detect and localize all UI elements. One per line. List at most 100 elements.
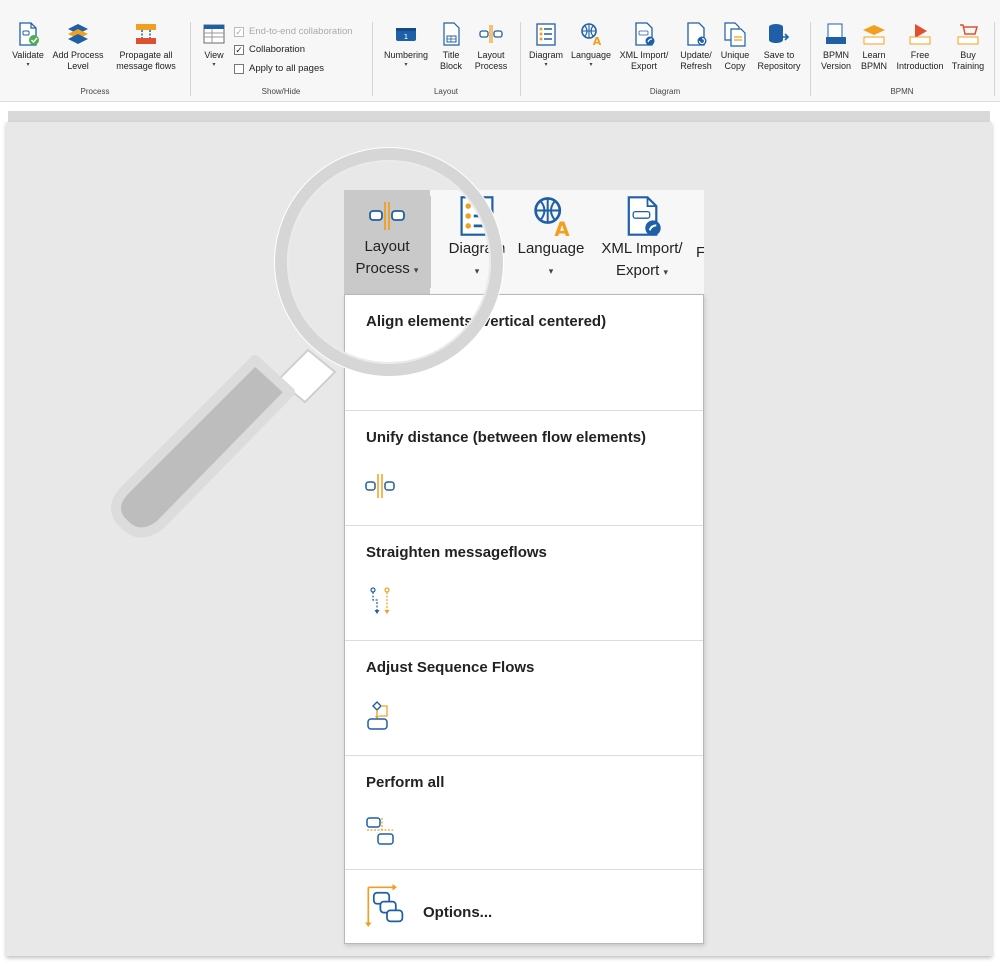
update-refresh-label-1: Update/ [680, 50, 712, 60]
checkbox-empty [234, 63, 244, 74]
menu-item-label: Perform all [366, 774, 445, 791]
buy-training-label-2: Training [951, 61, 985, 71]
validate-icon [19, 22, 39, 46]
diagram-zoom-label: Diagram [448, 240, 506, 257]
language-icon: A [534, 197, 570, 238]
chevron-down-icon: ▾ [474, 266, 480, 276]
diagram-button[interactable]: Diagram ▾ [524, 21, 568, 69]
diagram-button-zoomed[interactable]: Diagram ▾ [442, 190, 512, 282]
view-button[interactable]: View ▾ [200, 21, 228, 69]
free-intro-label-1: Free [910, 50, 930, 60]
graduation-cap-icon [863, 25, 885, 45]
language-button-zoomed[interactable]: A Language ▾ [514, 190, 588, 282]
group-show-hide: View ▾ ✓ End-to-end collaboration ✓ Coll… [192, 18, 370, 100]
unique-copy-label-2: Copy [724, 61, 746, 71]
bpmn-version-button[interactable]: BPMN Version [816, 21, 856, 72]
menu-item-perform-all[interactable]: Perform all [345, 756, 703, 870]
update-refresh-button[interactable]: Update/ Refresh [674, 21, 718, 72]
group-bpmn: BPMN Version Learn BPMN Free Introductio… [812, 18, 992, 100]
buy-training-button[interactable]: Buy Training [948, 21, 988, 72]
cart-icon [957, 24, 979, 45]
bpmn-version-label-1: BPMN [822, 50, 849, 60]
zoomed-ribbon: Layout Process ▾ Diagram ▾ A Language ▾ … [344, 190, 704, 294]
view-label: View [204, 50, 224, 60]
learn-bpmn-label-2: BPMN [860, 61, 887, 71]
collaboration-checkbox[interactable]: ✓ Collaboration [234, 44, 305, 55]
language-button[interactable]: A Language ▾ [568, 21, 614, 69]
end-to-end-label: End-to-end collaboration [249, 26, 353, 37]
propagate-message-flows-button[interactable]: Propagate all message flows [108, 21, 184, 72]
validate-label: Validate [12, 50, 44, 60]
menu-item-options[interactable]: Options... [345, 870, 703, 944]
numbering-label: Numbering [383, 50, 429, 60]
group-label-diagram: Diagram [649, 87, 681, 96]
diagram-icon [536, 23, 556, 46]
add-process-label-1: Add Process [52, 50, 104, 60]
diagram-icon [460, 196, 494, 236]
title-block-button[interactable]: Title Block [436, 21, 466, 72]
unify-distance-icon [365, 474, 395, 498]
group-process: Validate ▾ Add Process Level Propagate a… [0, 18, 190, 100]
collaboration-label: Collaboration [249, 44, 305, 55]
group-layout: 1 Numbering ▾ Title Block Layout Process… [374, 18, 518, 100]
database-icon [769, 24, 790, 43]
ribbon-separator [810, 22, 811, 96]
numbering-icon: 1 [396, 28, 416, 41]
xml-import-export-button-zoomed[interactable]: XML Import/ Export ▾ [592, 190, 692, 283]
play-icon [909, 24, 931, 45]
menu-item-unify-distance[interactable]: Unify distance (between flow elements) [345, 411, 703, 526]
layout-process-button-zoomed[interactable]: Layout Process ▾ [344, 190, 430, 294]
chevron-down-icon: ▾ [404, 62, 408, 68]
apply-all-label: Apply to all pages [249, 63, 324, 74]
group-label-layout: Layout [433, 87, 459, 96]
menu-item-adjust-sequence-flows[interactable]: Adjust Sequence Flows [345, 641, 703, 756]
language-label: Language [570, 50, 612, 60]
bpmn-version-label-2: Version [820, 61, 852, 71]
bpmn-version-icon [826, 23, 846, 44]
svg-text:A: A [554, 218, 570, 238]
ribbon-separator [372, 22, 373, 96]
svg-text:1: 1 [404, 33, 408, 41]
xml-icon [635, 22, 655, 46]
add-process-level-button[interactable]: Add Process Level [50, 21, 106, 72]
apply-all-pages-checkbox[interactable]: Apply to all pages [234, 63, 324, 74]
layout-process-button[interactable]: Layout Process [470, 21, 512, 72]
add-process-label-2: Level [67, 61, 89, 71]
sequence-flow-icon [367, 701, 388, 730]
learn-bpmn-label-1: Learn [862, 50, 886, 60]
title-block-label-1: Title [442, 50, 460, 60]
copy-icon [724, 22, 746, 47]
propagate-label-1: Propagate all [119, 50, 173, 60]
xml-zoom-label-2: Export ▾ [615, 262, 669, 279]
group-label-bpmn: BPMN [890, 87, 914, 96]
chevron-down-icon: ▾ [212, 62, 216, 68]
title-block-icon [443, 22, 460, 46]
layout-process-dropdown-menu: Align elements (vertical centered) Unify… [344, 294, 704, 944]
unify-distance-icon [479, 25, 503, 43]
svg-text:A: A [593, 35, 602, 47]
title-block-label-2: Block [439, 61, 462, 71]
straighten-icon [370, 587, 390, 614]
free-introduction-button[interactable]: Free Introduction [892, 21, 948, 72]
chevron-down-icon: ▾ [26, 62, 30, 68]
menu-item-align-elements[interactable]: Align elements (vertical centered) [345, 295, 703, 411]
free-intro-label-2: Introduction [896, 61, 944, 71]
numbering-button[interactable]: 1 Numbering ▾ [378, 21, 434, 69]
layout-process-label-1: Layout [477, 50, 505, 60]
end-to-end-checkbox[interactable]: ✓ End-to-end collaboration [234, 26, 353, 37]
menu-item-label: Adjust Sequence Flows [366, 659, 535, 676]
validate-button[interactable]: Validate ▾ [8, 21, 48, 69]
save-repo-label-1: Save to [763, 50, 795, 60]
xml-import-export-button[interactable]: XML Import/ Export [614, 21, 674, 72]
group-label-show-hide: Show/Hide [261, 87, 301, 96]
unique-copy-button[interactable]: Unique Copy [718, 21, 752, 72]
save-to-repository-button[interactable]: Save to Repository [754, 21, 804, 72]
menu-item-label: Unify distance (between flow elements) [366, 429, 647, 446]
menu-item-label: Align elements (vertical centered) [366, 313, 607, 330]
xml-label-2: Export [630, 61, 657, 71]
ribbon-separator [190, 22, 191, 96]
learn-bpmn-button[interactable]: Learn BPMN [856, 21, 892, 72]
menu-item-straighten-messageflows[interactable]: Straighten messageflows [345, 526, 703, 641]
layers-icon [68, 24, 88, 44]
ribbon-separator [430, 196, 431, 288]
